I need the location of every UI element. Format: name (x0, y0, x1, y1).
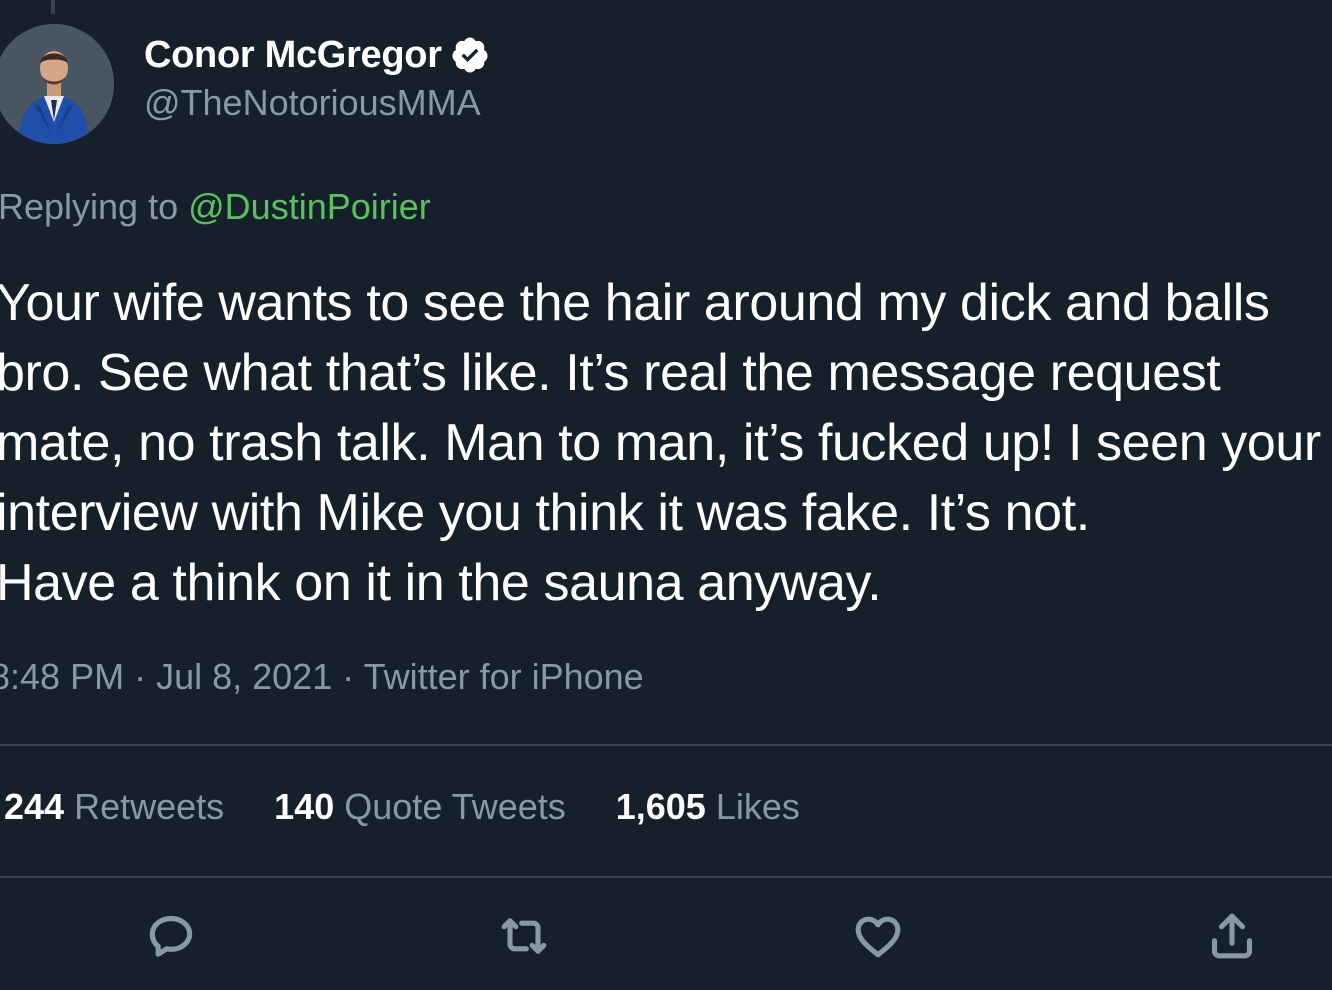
tweet-text-line: Have a think on it in the sauna anyway. (0, 554, 882, 612)
tweet-stats: 244 Retweets 140 Quote Tweets 1,605 Like… (4, 786, 850, 828)
retweet-icon[interactable] (496, 908, 552, 964)
quote-tweets-label: Quote Tweets (344, 786, 566, 827)
tweet-source[interactable]: Twitter for iPhone (364, 656, 644, 697)
retweets-count: 244 (4, 786, 65, 827)
replying-to-label: Replying to (0, 186, 179, 227)
heart-icon[interactable] (850, 908, 906, 964)
author-handle[interactable]: @TheNotoriousMMA (144, 82, 490, 124)
tweet-time[interactable]: 8:48 PM (0, 656, 124, 697)
tweet-text: Your wife wants to see the hair around m… (0, 268, 1332, 614)
reply-icon[interactable] (143, 908, 199, 964)
quote-tweets-stat[interactable]: 140 Quote Tweets (274, 786, 566, 828)
divider (0, 876, 1332, 878)
reply-mention-link[interactable]: @DustinPoirier (188, 186, 431, 227)
likes-count: 1,605 (615, 786, 706, 827)
tweet-text-line: Your wife wants to see the hair around m… (0, 274, 1270, 332)
tweet-meta: 8:48 PM · Jul 8, 2021 · Twitter for iPho… (0, 656, 644, 698)
author-display-name[interactable]: Conor McGregor (144, 34, 442, 77)
meta-separator: · (332, 656, 364, 697)
replying-to: Replying to @DustinPoirier (0, 186, 431, 228)
retweets-label: Retweets (74, 786, 225, 827)
quote-tweets-count: 140 (274, 786, 335, 827)
divider (0, 744, 1332, 746)
thread-connector-line (51, 0, 55, 14)
tweet-date[interactable]: Jul 8, 2021 (156, 656, 332, 697)
tweet-text-line: interview with Mike you think it was fak… (0, 484, 1090, 542)
verified-badge-icon (450, 35, 490, 75)
author-name-row: Conor McGregor (144, 30, 490, 80)
likes-stat[interactable]: 1,605 Likes (616, 786, 800, 828)
retweets-stat[interactable]: 244 Retweets (4, 786, 224, 828)
share-icon[interactable] (1204, 908, 1260, 964)
tweet-author: Conor McGregor @TheNotoriousMMA (144, 30, 490, 124)
meta-separator: · (124, 656, 157, 697)
avatar-image (0, 24, 114, 144)
tweet-text-line: mate, no trash talk. Man to man, it’s fu… (0, 414, 1321, 472)
tweet-text-line: bro. See what that’s like. It’s real the… (0, 344, 1221, 402)
likes-label: Likes (715, 786, 800, 827)
avatar[interactable] (0, 24, 114, 144)
